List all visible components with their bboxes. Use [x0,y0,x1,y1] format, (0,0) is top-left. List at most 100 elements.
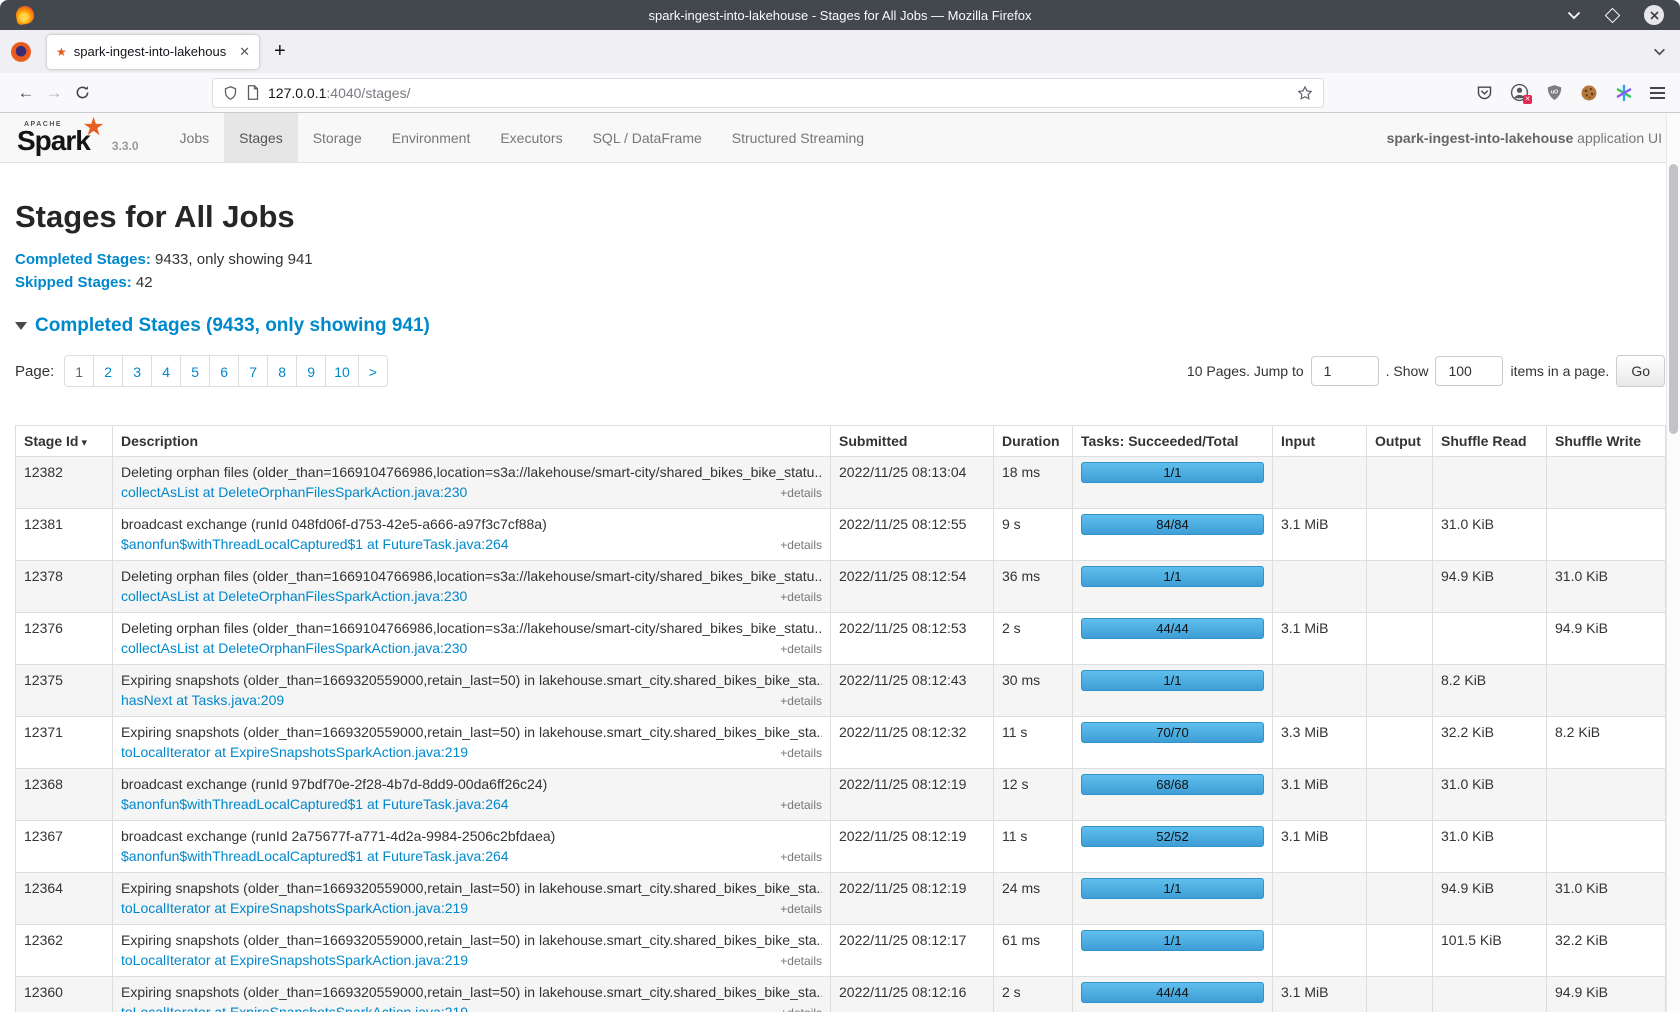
shuffle-read-cell: 31.0 KiB [1433,769,1547,821]
minimize-icon[interactable] [1567,11,1581,20]
skipped-stages-link[interactable]: Skipped Stages: [15,274,132,291]
nav-item-storage[interactable]: Storage [298,113,377,162]
pagination-page-button[interactable]: 9 [296,355,326,387]
jump-to-page-input[interactable] [1311,356,1379,386]
ublock-shield-icon[interactable]: uO [1546,84,1563,101]
input-cell [1273,457,1367,509]
pagination-page-button[interactable]: 3 [122,355,152,387]
stage-id-cell: 12375 [16,665,113,717]
menu-hamburger-icon[interactable] [1650,84,1665,102]
details-toggle[interactable]: +details [780,795,822,815]
nav-item-environment[interactable]: Environment [377,113,486,162]
description-cell: Deleting orphan files (older_than=166910… [113,613,831,665]
submitted-cell: 2022/11/25 08:12:32 [831,717,994,769]
stage-detail-link[interactable]: $anonfun$withThreadLocalCaptured$1 at Fu… [121,794,509,814]
account-icon[interactable]: ✕ [1510,83,1529,102]
bookmark-star-icon[interactable] [1297,85,1313,101]
tab-overflow-icon[interactable] [1653,48,1666,56]
page-info-icon[interactable] [247,85,259,100]
stage-detail-link[interactable]: hasNext at Tasks.java:209 [121,690,284,710]
stage-detail-link[interactable]: toLocalIterator at ExpireSnapshotsSparkA… [121,742,468,762]
header-output[interactable]: Output [1367,426,1433,457]
header-tasks[interactable]: Tasks: Succeeded/Total [1073,426,1273,457]
nav-item-executors[interactable]: Executors [485,113,577,162]
completed-stages-link[interactable]: Completed Stages: [15,251,151,268]
stage-detail-link[interactable]: toLocalIterator at ExpireSnapshotsSparkA… [121,1002,468,1012]
header-shuffle-write[interactable]: Shuffle Write [1547,426,1666,457]
stage-detail-link[interactable]: toLocalIterator at ExpireSnapshotsSparkA… [121,950,468,970]
header-duration[interactable]: Duration [994,426,1073,457]
nav-item-stages[interactable]: Stages [224,113,298,162]
details-toggle[interactable]: +details [780,899,822,919]
stage-detail-link[interactable]: collectAsList at DeleteOrphanFilesSparkA… [121,482,467,502]
stage-detail-link[interactable]: collectAsList at DeleteOrphanFilesSparkA… [121,586,467,606]
description-cell: Expiring snapshots (older_than=166932055… [113,925,831,977]
maximize-icon[interactable] [1607,10,1618,21]
spark-logo[interactable]: APACHE Spark ★ [0,113,96,162]
task-progress-bar: 1/1 [1081,566,1264,587]
output-cell [1367,977,1433,1012]
browser-tab[interactable]: ★ spark-ingest-into-lakehous ✕ [47,35,259,69]
submitted-cell: 2022/11/25 08:12:16 [831,977,994,1012]
tasks-cell: 52/52 [1073,821,1273,873]
tab-title: spark-ingest-into-lakehous [74,44,232,59]
pagination-page-button[interactable]: 2 [93,355,123,387]
header-submitted[interactable]: Submitted [831,426,994,457]
stage-detail-link[interactable]: $anonfun$withThreadLocalCaptured$1 at Fu… [121,846,509,866]
back-icon[interactable]: ← [12,83,40,103]
stage-detail-link[interactable]: toLocalIterator at ExpireSnapshotsSparkA… [121,898,468,918]
items-per-page-input[interactable] [1435,356,1503,386]
details-toggle[interactable]: +details [780,951,822,971]
page-scrollbar[interactable] [1666,114,1680,1012]
pagination-page-button[interactable]: 4 [151,355,181,387]
pagination-page-button[interactable]: 1 [64,355,94,387]
details-toggle[interactable]: +details [780,691,822,711]
nav-item-structured-streaming[interactable]: Structured Streaming [717,113,879,162]
shuffle-write-cell: 94.9 KiB [1547,977,1666,1012]
completed-stages-section-toggle[interactable]: Completed Stages (9433, only showing 941… [15,315,1665,337]
duration-cell: 30 ms [994,665,1073,717]
forward-icon[interactable]: → [40,83,68,103]
shield-icon[interactable] [223,85,238,101]
input-cell [1273,665,1367,717]
pagination-page-button[interactable]: 7 [238,355,268,387]
nav-item-sql-dataframe[interactable]: SQL / DataFrame [578,113,717,162]
details-toggle[interactable]: +details [780,587,822,607]
submitted-cell: 2022/11/25 08:12:55 [831,509,994,561]
pagination-next-button[interactable]: > [358,355,388,387]
reload-icon[interactable] [68,85,96,100]
details-toggle[interactable]: +details [780,483,822,503]
url-text[interactable]: 127.0.0.1:4040/stages/ [268,85,1288,101]
pagination-page-button[interactable]: 10 [325,355,359,387]
nav-item-jobs[interactable]: Jobs [165,113,225,162]
task-progress-bar: 70/70 [1081,722,1264,743]
shuffle-read-cell [1433,457,1547,509]
pagination-page-button[interactable]: 8 [267,355,297,387]
extension-asterisk-icon[interactable] [1615,84,1633,102]
stage-detail-link[interactable]: $anonfun$withThreadLocalCaptured$1 at Fu… [121,534,509,554]
pagination: 12345678910> [64,355,388,387]
header-stage-id[interactable]: Stage Id▾ [16,426,113,457]
details-toggle[interactable]: +details [780,639,822,659]
go-button[interactable]: Go [1616,355,1665,387]
details-toggle[interactable]: +details [780,847,822,867]
details-toggle[interactable]: +details [780,1003,822,1012]
pagination-page-button[interactable]: 5 [180,355,210,387]
cookie-icon[interactable] [1580,84,1598,102]
scrollbar-thumb[interactable] [1669,164,1678,434]
pocket-icon[interactable] [1476,84,1493,101]
stage-detail-link[interactable]: collectAsList at DeleteOrphanFilesSparkA… [121,638,467,658]
output-cell [1367,873,1433,925]
close-icon[interactable] [1644,5,1664,25]
input-cell [1273,561,1367,613]
header-shuffle-read[interactable]: Shuffle Read [1433,426,1547,457]
details-toggle[interactable]: +details [780,743,822,763]
url-bar[interactable]: 127.0.0.1:4040/stages/ [212,78,1324,108]
stage-id-cell: 12371 [16,717,113,769]
new-tab-button[interactable]: + [274,40,286,63]
details-toggle[interactable]: +details [780,535,822,555]
tab-close-icon[interactable]: ✕ [239,44,250,60]
pagination-page-button[interactable]: 6 [209,355,239,387]
header-input[interactable]: Input [1273,426,1367,457]
header-description[interactable]: Description [113,426,831,457]
